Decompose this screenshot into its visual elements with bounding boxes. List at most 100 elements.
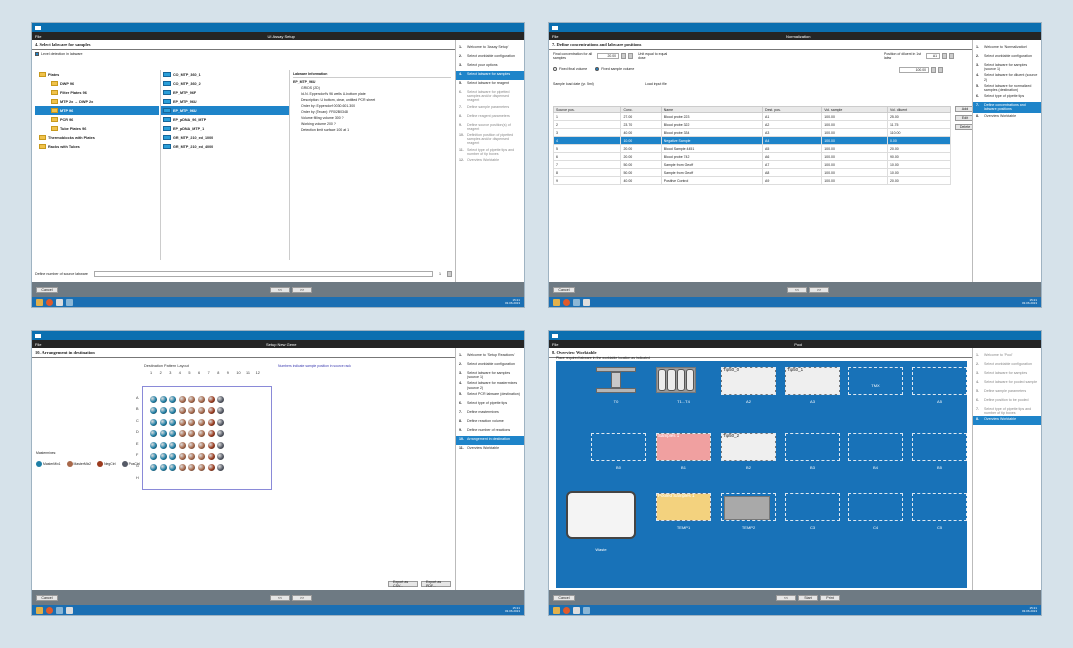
well[interactable] <box>217 418 225 426</box>
export-csv-button[interactable]: Export as CSV... <box>388 580 418 588</box>
well[interactable] <box>217 441 225 449</box>
well[interactable] <box>207 453 215 460</box>
labware-item[interactable]: EP_pDNA_96_MTP <box>161 115 289 124</box>
wizard-step[interactable]: 1. Welcome to 'Setup Reactions' <box>456 352 524 361</box>
cancel-button[interactable]: Cancel <box>36 594 58 601</box>
diluent-position-spin[interactable] <box>942 53 947 59</box>
well[interactable] <box>178 441 186 449</box>
explorer-icon[interactable] <box>553 606 560 614</box>
well[interactable] <box>159 418 167 426</box>
next-button[interactable]: >> <box>292 286 312 293</box>
wizard-step[interactable]: 8. Define reagent parameters <box>456 113 524 122</box>
well[interactable] <box>159 396 167 403</box>
wizard-step[interactable]: 4. Select labware for pooled sample <box>973 379 1041 388</box>
delete-button[interactable]: Delete <box>955 124 972 130</box>
wizard-step[interactable]: 6. Select type of pipette tips <box>456 400 524 409</box>
deck-slot[interactable] <box>785 367 840 395</box>
tree-item[interactable]: Plates <box>35 70 159 79</box>
tree-item[interactable]: DWP 96 <box>35 79 159 88</box>
wizard-step[interactable]: 7. Define sample parameters <box>456 104 524 113</box>
table-row[interactable]: 5 20.00 Blood Sample 4451 A5 100.00 20.00 <box>552 144 952 153</box>
source-number-field[interactable] <box>93 271 433 277</box>
diluent-position-input[interactable]: A1 <box>926 53 940 59</box>
tool-icon[interactable] <box>66 298 73 306</box>
well[interactable] <box>159 441 167 449</box>
wizard-step[interactable]: 7. Define concentrations and labware posi… <box>973 102 1041 113</box>
carrier-t0[interactable] <box>596 367 636 393</box>
well[interactable] <box>198 453 205 460</box>
edit-button[interactable]: Edit <box>955 115 972 121</box>
well[interactable] <box>150 453 157 460</box>
fixed-final-radio[interactable] <box>553 67 557 71</box>
next-button[interactable]: >> <box>292 594 312 601</box>
well[interactable] <box>178 418 186 426</box>
spin-up-button[interactable] <box>447 271 452 277</box>
final-conc-input[interactable]: 20.00 <box>597 53 619 59</box>
wizard-step[interactable]: 10. Definition position of pipetted sampl… <box>456 132 524 147</box>
print-button[interactable]: Print <box>820 594 840 601</box>
deck-slot[interactable] <box>656 433 711 461</box>
wizard-step[interactable]: 3. Select labware for samples (source 1) <box>973 62 1041 72</box>
labware-item[interactable]: GR_MTP_210_ed_1000 <box>161 133 289 142</box>
next-button[interactable]: >> <box>809 286 829 293</box>
tree-item[interactable]: MTP 96 <box>35 106 159 115</box>
wizard-step[interactable]: 8. Define reaction volume <box>456 418 524 427</box>
deck-slot[interactable] <box>721 367 776 395</box>
wizard-step[interactable]: 9. Define source position(s) of reagent <box>456 122 524 132</box>
app-icon[interactable] <box>583 298 590 306</box>
tree-item[interactable]: Racks with Tubes <box>35 142 159 151</box>
table-row[interactable]: 2 23.70 Blood probe 322 A2 100.00 11.75 <box>552 120 952 129</box>
table-row[interactable]: 7 50.00 Sample from Geoff A7 100.00 10.00 <box>552 160 952 169</box>
tree-item[interactable]: Filter Plates 96 <box>35 88 159 97</box>
wizard-step[interactable]: 9. Define number of reactions <box>456 427 524 436</box>
deck-slot[interactable] <box>912 367 967 395</box>
labware-item[interactable]: EP_MTP_96U <box>161 97 289 106</box>
well[interactable] <box>207 396 215 403</box>
table-row[interactable]: 4 10.00 Negative Sample A4 100.00 0.00 <box>552 136 952 145</box>
tube-block-t1-t4[interactable] <box>656 367 696 393</box>
labware-item[interactable]: EP_MTP_96U <box>161 106 289 115</box>
tree-item[interactable]: Tube Plates 96 <box>35 124 159 133</box>
tree-item[interactable]: PCR 96 <box>35 115 159 124</box>
well[interactable] <box>169 418 177 426</box>
load-input-link[interactable]: Load input file <box>645 82 667 86</box>
well[interactable] <box>207 441 215 449</box>
table-row[interactable]: 3 40.00 Blood probe 334 A3 100.00 110.00 <box>552 128 952 137</box>
labware-item[interactable]: EP_pDNA_MTP_1 <box>161 124 289 133</box>
export-pdf-button[interactable]: Export as PDF... <box>421 580 451 588</box>
deck-slot[interactable] <box>721 493 776 521</box>
firefox-icon[interactable] <box>563 298 570 306</box>
well[interactable] <box>198 441 205 449</box>
deck-slot[interactable] <box>785 493 840 521</box>
app-icon[interactable] <box>56 298 63 306</box>
explorer-icon[interactable] <box>36 606 43 614</box>
well[interactable] <box>150 396 157 403</box>
sample-volume-spin[interactable] <box>931 67 936 73</box>
deck-slot[interactable] <box>912 493 967 521</box>
well[interactable] <box>188 441 196 449</box>
wizard-step[interactable]: 6. Define position to be pooled <box>973 397 1041 406</box>
table-row[interactable]: 8 50.00 Sample from Geoff A8 100.00 10.00 <box>552 168 952 177</box>
wizard-step[interactable]: 11. Select type of pipette tips and numbe… <box>456 147 524 157</box>
wizard-step[interactable]: 4. Select labware for samples <box>456 71 524 80</box>
sample-volume-input[interactable]: 100.00 <box>899 67 929 73</box>
well[interactable] <box>207 464 215 472</box>
wizard-step[interactable]: 10. Arrangement in destination <box>456 435 524 445</box>
wizard-step[interactable]: 12. Overview Worktable <box>456 157 524 166</box>
tree-item[interactable]: MTP 2x → DWP 2x <box>35 97 159 106</box>
deck-slot[interactable] <box>848 367 903 395</box>
labware-item[interactable]: CO_MTP_360_2 <box>161 79 289 88</box>
sample-volume-spin-2[interactable] <box>938 67 943 73</box>
back-button[interactable]: << <box>776 594 796 601</box>
table-row[interactable]: 1 27.00 Blood probe 223 A1 100.00 25.00 <box>552 112 952 121</box>
explorer-icon[interactable] <box>36 298 43 306</box>
app-icon[interactable] <box>573 606 580 614</box>
well[interactable] <box>159 430 167 438</box>
wizard-step[interactable]: 4. Select labware for mastermixes (source… <box>456 380 524 390</box>
labware-item[interactable]: CO_MTP_360_1 <box>161 70 289 79</box>
explorer-icon[interactable] <box>553 298 560 306</box>
waste-container[interactable] <box>566 491 636 539</box>
deck-slot[interactable] <box>848 493 903 521</box>
well[interactable] <box>207 407 215 415</box>
firefox-icon[interactable] <box>46 298 53 306</box>
